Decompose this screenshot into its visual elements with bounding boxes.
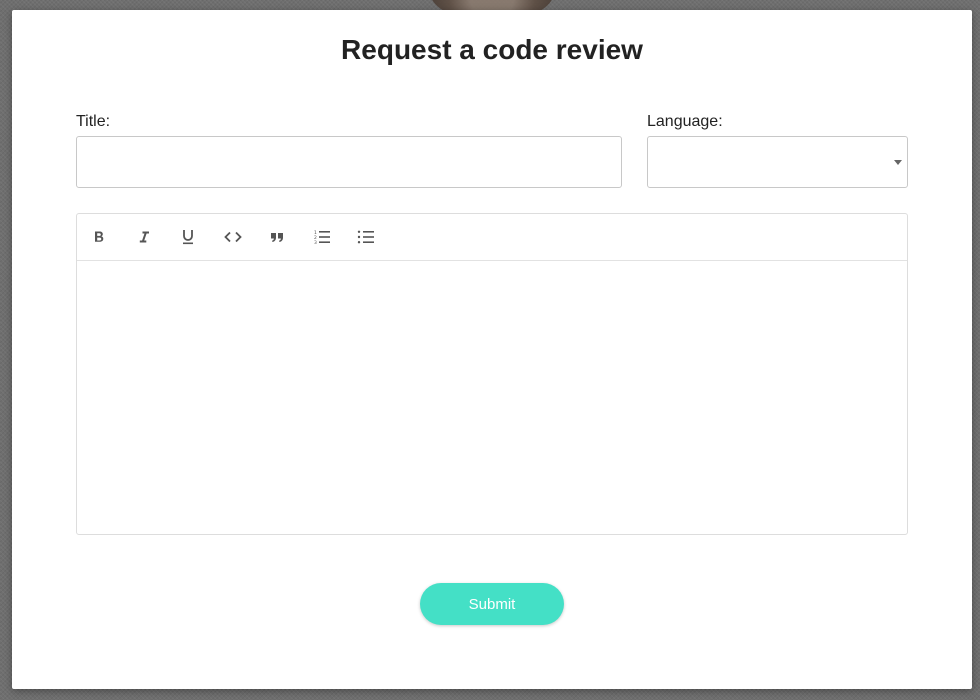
bullet-list-icon <box>357 230 374 244</box>
code-icon <box>223 231 242 243</box>
rich-text-editor: 1 2 3 <box>76 213 908 535</box>
quote-icon <box>271 233 283 242</box>
bullet-list-button[interactable] <box>354 225 378 249</box>
caret-down-icon <box>894 160 902 165</box>
svg-text:2: 2 <box>314 235 317 241</box>
ordered-list-button[interactable]: 1 2 3 <box>310 225 334 249</box>
editor-content[interactable] <box>77 261 907 534</box>
svg-text:3: 3 <box>314 240 317 245</box>
bold-button[interactable] <box>87 225 111 249</box>
language-select[interactable] <box>647 136 908 188</box>
code-button[interactable] <box>221 225 245 249</box>
underline-icon <box>183 230 193 245</box>
blockquote-button[interactable] <box>265 225 289 249</box>
italic-button[interactable] <box>132 225 156 249</box>
ordered-list-icon: 1 2 3 <box>314 230 330 245</box>
italic-icon <box>139 231 149 243</box>
modal-title: Request a code review <box>341 34 643 65</box>
svg-text:1: 1 <box>314 230 317 236</box>
underline-button[interactable] <box>176 225 200 249</box>
submit-button[interactable]: Submit <box>420 583 564 625</box>
code-review-modal: Request a code review Title: Language: 1… <box>12 10 972 689</box>
editor-toolbar: 1 2 3 <box>77 214 907 261</box>
bold-icon <box>95 231 104 242</box>
title-input[interactable] <box>76 136 622 188</box>
language-label: Language: <box>647 113 723 130</box>
title-label: Title: <box>76 113 111 130</box>
